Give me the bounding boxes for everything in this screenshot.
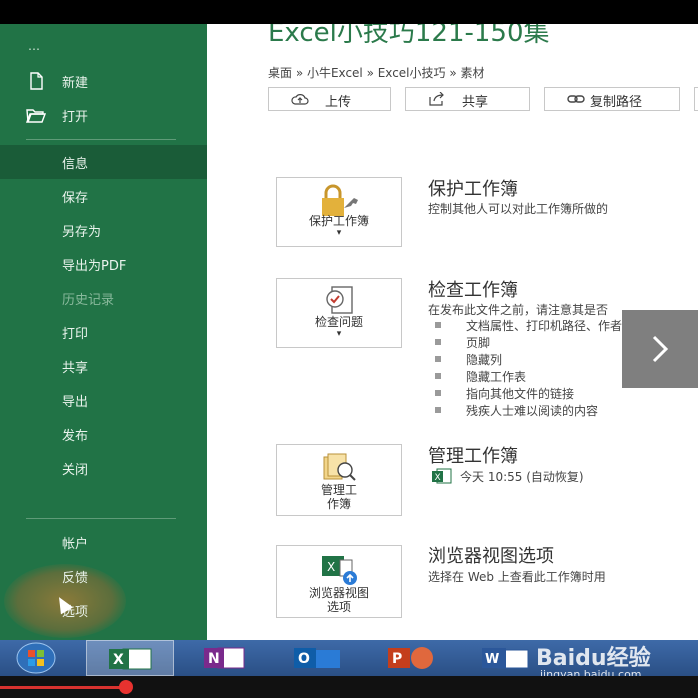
sidebar-item-info[interactable]: 信息 [0,145,207,179]
sidebar-item-feedback[interactable]: 反馈 [0,559,207,593]
protect-workbook-desc: 控制其他人可以对此工作簿所做的 [428,202,609,216]
sidebar-item-export-pdf[interactable]: 导出为PDF [0,247,207,281]
share-icon [429,92,444,106]
more-button[interactable] [694,87,698,111]
upload-button[interactable]: 上传 [268,87,391,111]
manage-workbook-button[interactable]: 管理工 作簿 [276,444,402,516]
tile-label: 作簿 [326,497,351,511]
taskbar-powerpoint[interactable]: P [380,640,442,676]
autosave-version-link[interactable]: 今天 10:55 (自动恢复) [460,468,584,485]
svg-text:X: X [113,652,124,668]
protect-workbook-title: 保护工作簿 [428,179,518,200]
sidebar-item-label: 信息 [62,157,89,172]
check-for-issues-button[interactable]: 检查问题 ▾ [276,278,402,348]
sidebar-item-open[interactable]: 打开 [0,98,207,132]
sidebar-divider [26,139,176,140]
upload-label: 上传 [325,95,352,110]
copy-path-label: 复制路径 [590,95,643,110]
sidebar-item-save[interactable]: 保存 [0,179,207,213]
copy-path-button[interactable]: 复制路径 [544,87,680,111]
sidebar-item-label: 保存 [62,191,89,206]
tile-label: 选项 [326,600,351,614]
video-progress-bar[interactable] [0,686,126,689]
backstage-sidebar: ⋯ 新建 打开 信息 保存 另存为 导出为PDF 历史记录 打印 共享 导出 发… [0,24,207,640]
document-title: Excel小技巧121-150集 [268,24,550,48]
powerpoint-app-icon: P [388,647,433,669]
chevron-down-icon: ▾ [336,329,342,339]
next-slide-button[interactable] [622,310,698,388]
protect-workbook-button[interactable]: 保护工作簿 ▾ [276,177,402,247]
onenote-app-icon: N [204,647,245,669]
taskbar-outlook[interactable]: O [286,640,348,676]
sidebar-item-save-as[interactable]: 另存为 [0,213,207,247]
excel-backstage-window: ⋯ 新建 打开 信息 保存 另存为 导出为PDF 历史记录 打印 共享 导出 发… [0,24,698,640]
start-button[interactable] [8,640,64,676]
svg-text:O: O [298,651,310,667]
excel-file-icon: X [432,468,452,484]
chevron-down-icon: ▾ [336,228,342,238]
svg-text:X: X [327,560,335,574]
sidebar-item-label: 帐户 [62,537,89,552]
sidebar-divider [26,518,176,519]
share-label: 共享 [462,95,489,110]
inspect-workbook-title: 检查工作簿 [428,280,518,301]
browser-view-icon: X [322,556,357,585]
taskbar-word[interactable]: W [474,640,536,676]
tile-label: 浏览器视图 [308,586,369,600]
sidebar-item-label: 导出为PDF [62,259,127,274]
sidebar-item-print[interactable]: 打印 [0,315,207,349]
taskbar-onenote[interactable]: N [192,640,254,676]
breadcrumb[interactable]: 桌面 » 小牛Excel » Excel小技巧 » 素材 [268,64,485,81]
open-folder-icon [26,109,46,123]
sidebar-item-label: 导出 [62,395,89,410]
svg-text:P: P [392,651,402,667]
sidebar-item-label: 反馈 [62,571,89,586]
svg-text:X: X [435,473,441,483]
sidebar-item-label: 打开 [62,110,89,125]
sidebar-item-label: 关闭 [62,463,89,478]
word-app-icon: W [482,648,529,669]
manage-workbook-title: 管理工作簿 [428,446,518,467]
back-button[interactable]: ⋯ [28,42,42,56]
svg-text:W: W [485,652,499,667]
sidebar-item-close[interactable]: 关闭 [0,451,207,485]
sidebar-item-options[interactable]: 选项 [0,593,207,627]
cloud-upload-icon [291,94,309,105]
link-icon [567,95,585,103]
windows-start-icon [16,642,56,674]
sidebar-item-publish[interactable]: 发布 [0,417,207,451]
sidebar-item-label: 共享 [62,361,89,376]
share-button[interactable]: 共享 [405,87,530,111]
sidebar-item-label: 打印 [62,327,89,342]
sidebar-item-export[interactable]: 导出 [0,383,207,417]
new-document-icon [30,72,43,90]
sidebar-item-label: 发布 [62,429,89,444]
sidebar-item-share[interactable]: 共享 [0,349,207,383]
sidebar-item-history: 历史记录 [0,281,207,315]
svg-text:N: N [208,651,220,667]
sidebar-item-label: 另存为 [62,225,102,240]
taskbar-excel[interactable]: X [86,640,174,676]
sidebar-item-label: 历史记录 [62,293,115,308]
inspect-workbook-desc: 在发布此文件之前，请注意其是否 [428,303,609,317]
browser-view-title: 浏览器视图选项 [428,546,554,567]
outlook-app-icon: O [294,648,340,668]
browser-view-options-button[interactable]: X 浏览器视图 选项 [276,545,402,618]
sidebar-item-new[interactable]: 新建 [0,64,207,98]
manage-versions-icon [323,453,356,481]
sidebar-item-account[interactable]: 帐户 [0,525,207,559]
excel-app-icon: X [109,648,152,670]
chevron-right-icon [652,335,669,363]
sidebar-item-label: 新建 [62,76,89,91]
tile-label: 管理工 [320,483,357,497]
video-progress-knob[interactable] [118,680,133,694]
browser-view-desc: 选择在 Web 上查看此工作簿时用 [428,570,606,584]
